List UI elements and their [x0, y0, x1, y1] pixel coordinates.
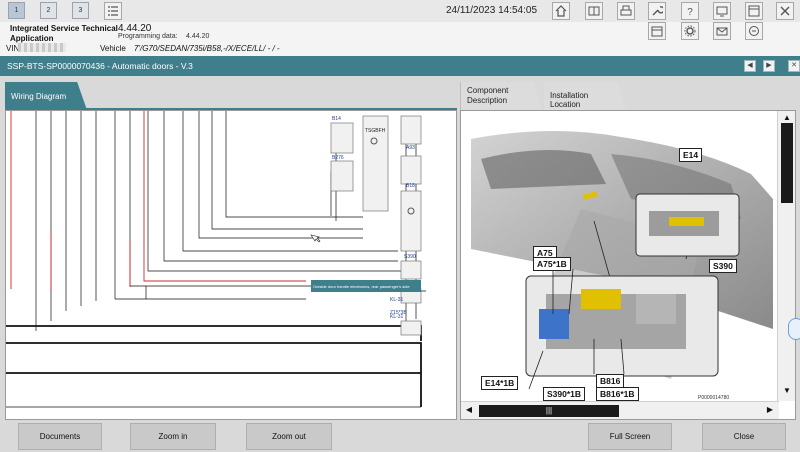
next-document-icon[interactable]: ▶	[763, 60, 775, 72]
printer-icon[interactable]	[617, 2, 635, 20]
svg-text:KL-31: KL-31	[390, 297, 404, 303]
book-icon[interactable]	[585, 2, 603, 20]
programming-data-label: Programming data:	[118, 33, 178, 40]
session-tab-3[interactable]: 3	[72, 2, 89, 19]
prev-document-icon[interactable]: ◀	[744, 60, 756, 72]
svg-text:TSGBFH: TSGBFH	[365, 128, 386, 134]
calendar-icon[interactable]	[648, 22, 666, 40]
svg-text:B18: B18	[406, 183, 415, 189]
side-panel-handle[interactable]	[788, 318, 800, 340]
window-icon[interactable]	[745, 2, 763, 20]
tab-wiring-diagram[interactable]: Wiring Diagram	[5, 82, 87, 110]
horizontal-scroll-thumb[interactable]: |||	[479, 405, 619, 417]
svg-text:B14: B14	[332, 116, 341, 122]
zoom-in-button[interactable]: Zoom in	[130, 423, 216, 450]
svg-text:B276: B276	[332, 155, 344, 161]
callout-b816: B816	[596, 374, 625, 388]
vin-value-masked	[18, 43, 66, 52]
tab-installation-location[interactable]: Installation Location	[544, 82, 626, 110]
mouse-cursor-icon	[310, 234, 321, 243]
full-screen-button[interactable]: Full Screen	[588, 423, 672, 450]
callout-s390-1b: S390*1B	[543, 387, 586, 401]
callout-s390: S390	[709, 259, 737, 273]
close-document-icon[interactable]: ✕	[788, 60, 800, 72]
programming-data-value: 4.44.20	[186, 33, 210, 40]
vertical-scrollbar[interactable]: ▲ ▼	[777, 111, 795, 401]
session-tab-1[interactable]: 1	[8, 2, 25, 19]
svg-text:KL-31: KL-31	[390, 314, 404, 320]
callout-e14: E14	[679, 148, 703, 162]
svg-text:A93: A93	[406, 145, 415, 151]
zoom-out-button[interactable]: Zoom out	[246, 423, 332, 450]
settings-icon[interactable]	[681, 22, 699, 40]
session-tab-2[interactable]: 2	[40, 2, 57, 19]
help-icon[interactable]: ?	[681, 2, 699, 20]
document-title: SSP-BTS-SP0000070436 - Automatic doors -…	[7, 61, 193, 71]
horizontal-scrollbar[interactable]: ◀ ||| ▶	[461, 401, 779, 419]
installation-image: E14 S390 A75 A75*1B E14*1B S390*1B B816 …	[471, 129, 773, 407]
installation-location-panel[interactable]: E14 S390 A75 A75*1B E14*1B S390*1B B816 …	[460, 110, 796, 420]
wiring-diagram-canvas[interactable]: B14 B276 TSGBFH A93 B18 S390 A75 KL-31 Z…	[6, 111, 456, 419]
scroll-left-icon[interactable]: ◀	[463, 405, 475, 417]
callout-e14-1b: E14*1B	[481, 376, 519, 390]
vehicle-label: Vehicle	[100, 44, 126, 53]
datetime: 24/11/2023 14:54:05	[446, 5, 538, 16]
vehicle-value: 7'/G70/SEDAN/735i/B58,-/X/ECE/LL/ - / -	[134, 44, 280, 53]
window-close-icon[interactable]	[776, 2, 794, 20]
callout-b816-1b: B816*1B	[596, 387, 639, 401]
scroll-right-icon[interactable]: ▶	[764, 405, 776, 417]
tab-component-description[interactable]: Component Description	[460, 82, 542, 110]
remote-icon[interactable]	[745, 22, 763, 40]
wrench-icon[interactable]	[648, 2, 666, 20]
close-button[interactable]: Close	[702, 423, 786, 450]
wiring-diagram-panel[interactable]: B14 B276 TSGBFH A93 B18 S390 A75 KL-31 Z…	[5, 110, 457, 420]
mail-icon[interactable]	[713, 22, 731, 40]
list-icon[interactable]	[104, 2, 122, 20]
display-icon[interactable]	[713, 2, 731, 20]
callout-a75-1b: A75*1B	[533, 257, 571, 271]
app-name: Integrated Service Technical Application	[10, 24, 118, 43]
svg-text:?: ?	[687, 7, 693, 17]
wiring-tooltip: Outside door handle electronics, rear pa…	[313, 284, 410, 289]
vertical-scroll-thumb[interactable]	[781, 123, 793, 203]
svg-text:S390: S390	[404, 254, 416, 260]
scroll-down-icon[interactable]: ▼	[781, 386, 793, 398]
documents-button[interactable]: Documents	[18, 423, 102, 450]
home-icon[interactable]	[552, 2, 570, 20]
